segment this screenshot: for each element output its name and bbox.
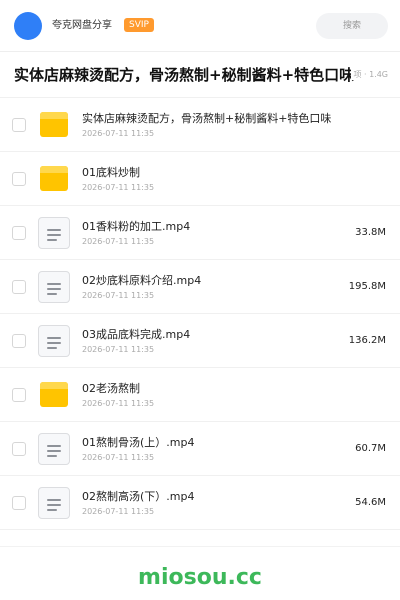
file-name: 01香料粉的加工.mp4 bbox=[82, 220, 191, 233]
share-header: 夸克网盘分享 SVIP 搜索 bbox=[0, 0, 400, 52]
file-date: 2026-07-11 11:35 bbox=[82, 399, 155, 408]
document-icon bbox=[38, 487, 70, 519]
checkbox[interactable] bbox=[12, 226, 26, 240]
file-name: 02老汤熬制 bbox=[82, 382, 140, 395]
search-input[interactable]: 搜索 bbox=[316, 13, 388, 39]
list-item[interactable]: 01底料炒制 2026-07-11 11:35 bbox=[0, 152, 400, 206]
file-name: 03成品底料完成.mp4 bbox=[82, 328, 191, 341]
footer: miosou.cc bbox=[0, 546, 400, 600]
document-icon bbox=[38, 217, 70, 249]
file-list: 实体店麻辣烫配方，骨汤熬制+秘制酱料+特色口味 2026-07-11 11:35… bbox=[0, 98, 400, 530]
file-name: 实体店麻辣烫配方，骨汤熬制+秘制酱料+特色口味 bbox=[82, 112, 332, 125]
file-name: 01底料炒制 bbox=[82, 166, 140, 179]
file-size: 60.7M bbox=[355, 443, 386, 454]
folder-meta: 项 · 1.4G bbox=[351, 69, 388, 80]
list-item[interactable]: 02熬制高汤(下）.mp4 2026-07-11 11:35 54.6M bbox=[0, 476, 400, 530]
file-name: 02熬制高汤(下）.mp4 bbox=[82, 490, 195, 503]
file-name: 02炒底料原料介绍.mp4 bbox=[82, 274, 202, 287]
folder-title-row: 实体店麻辣烫配方，骨汤熬制+秘制酱料+特色口味 项 · 1.4G bbox=[0, 52, 400, 98]
share-name: 夸克网盘分享 bbox=[52, 20, 112, 31]
list-item[interactable]: 01熬制骨汤(上）.mp4 2026-07-11 11:35 60.7M bbox=[0, 422, 400, 476]
watermark: miosou.cc bbox=[138, 565, 262, 590]
checkbox[interactable] bbox=[12, 118, 26, 132]
page-title: 实体店麻辣烫配方，骨汤熬制+秘制酱料+特色口味 bbox=[14, 66, 355, 84]
file-size: 195.8M bbox=[348, 281, 386, 292]
document-icon bbox=[38, 433, 70, 465]
avatar[interactable] bbox=[14, 12, 42, 40]
list-item[interactable]: 01香料粉的加工.mp4 2026-07-11 11:35 33.8M bbox=[0, 206, 400, 260]
file-size: 33.8M bbox=[355, 227, 386, 238]
folder-icon bbox=[38, 163, 70, 195]
file-size: 54.6M bbox=[355, 497, 386, 508]
folder-icon bbox=[38, 109, 70, 141]
list-item[interactable]: 02老汤熬制 2026-07-11 11:35 bbox=[0, 368, 400, 422]
file-date: 2026-07-11 11:35 bbox=[82, 453, 155, 462]
file-date: 2026-07-11 11:35 bbox=[82, 507, 155, 516]
folder-icon bbox=[38, 379, 70, 411]
checkbox[interactable] bbox=[12, 496, 26, 510]
file-date: 2026-07-11 11:35 bbox=[82, 183, 155, 192]
list-item[interactable]: 03成品底料完成.mp4 2026-07-11 11:35 136.2M bbox=[0, 314, 400, 368]
list-item[interactable]: 02炒底料原料介绍.mp4 2026-07-11 11:35 195.8M bbox=[0, 260, 400, 314]
checkbox[interactable] bbox=[12, 388, 26, 402]
checkbox[interactable] bbox=[12, 334, 26, 348]
checkbox[interactable] bbox=[12, 442, 26, 456]
file-name: 01熬制骨汤(上）.mp4 bbox=[82, 436, 195, 449]
document-icon bbox=[38, 325, 70, 357]
file-size: 136.2M bbox=[348, 335, 386, 346]
file-date: 2026-07-11 11:35 bbox=[82, 345, 155, 354]
checkbox[interactable] bbox=[12, 280, 26, 294]
document-icon bbox=[38, 271, 70, 303]
list-item[interactable]: 实体店麻辣烫配方，骨汤熬制+秘制酱料+特色口味 2026-07-11 11:35 bbox=[0, 98, 400, 152]
svip-badge: SVIP bbox=[124, 18, 154, 32]
file-date: 2026-07-11 11:35 bbox=[82, 291, 155, 300]
file-date: 2026-07-11 11:35 bbox=[82, 237, 155, 246]
file-date: 2026-07-11 11:35 bbox=[82, 129, 155, 138]
checkbox[interactable] bbox=[12, 172, 26, 186]
